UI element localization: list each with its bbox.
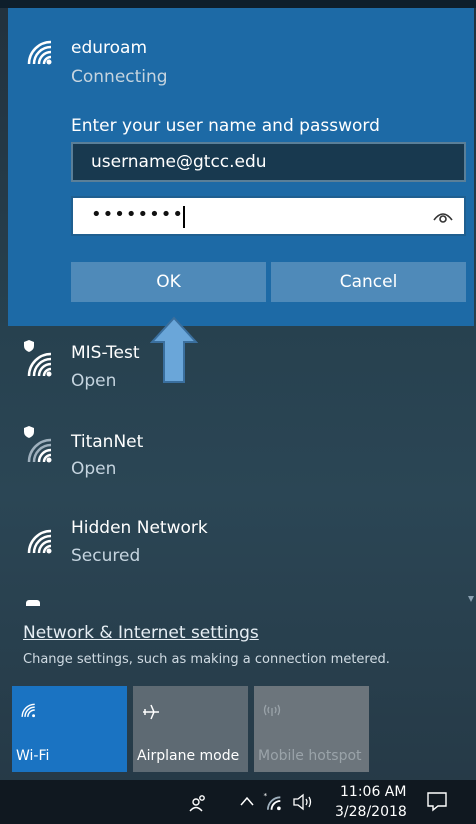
scrollbar[interactable]: [468, 330, 474, 610]
wifi-icon: [27, 352, 52, 377]
tile-airplane-mode[interactable]: Airplane mode: [133, 686, 248, 772]
wifi-icon: [21, 703, 35, 718]
tile-mobile-hotspot[interactable]: Mobile hotspot: [254, 686, 369, 772]
ok-button[interactable]: OK: [71, 262, 266, 302]
network-name: MIS-Test: [71, 343, 140, 363]
network-status: Open: [71, 459, 117, 479]
network-flyout: eduroam Connecting Enter your user name …: [0, 0, 476, 824]
network-status: Open: [71, 371, 117, 391]
clock-date[interactable]: 3/28/2018: [335, 804, 407, 820]
password-mask: ••••••••: [91, 204, 184, 225]
network-status: Secured: [71, 546, 141, 566]
text-caret: [183, 206, 185, 228]
top-strip: [0, 0, 476, 8]
volume-icon[interactable]: [292, 792, 314, 812]
username-field[interactable]: [71, 142, 466, 182]
cancel-button[interactable]: Cancel: [271, 262, 466, 302]
tile-label: Airplane mode: [137, 748, 240, 764]
network-settings-link[interactable]: Network & Internet settings: [23, 623, 259, 643]
reveal-password-icon[interactable]: [432, 208, 454, 224]
network-tray-icon[interactable]: *: [262, 790, 284, 812]
tile-label: Mobile hotspot: [258, 748, 362, 764]
network-name: TitanNet: [71, 432, 144, 452]
svg-text:*: *: [263, 791, 267, 800]
wifi-icon: [27, 529, 52, 554]
credentials-prompt: Enter your user name and password: [71, 116, 380, 136]
taskbar: * 11:06 AM 3/28/2018: [0, 780, 476, 824]
network-status: Connecting: [71, 67, 168, 87]
network-name: eduroam: [71, 38, 148, 58]
up-arrow-icon: [150, 316, 198, 383]
people-icon[interactable]: [188, 792, 208, 812]
network-name: Hidden Network: [71, 518, 208, 538]
password-field[interactable]: ••••••••: [71, 196, 466, 236]
tile-wifi[interactable]: Wi-Fi: [12, 686, 127, 772]
wifi-icon: [27, 40, 52, 65]
chevron-up-icon[interactable]: [240, 796, 254, 806]
clock-time[interactable]: 11:06 AM: [340, 784, 406, 800]
shield-icon: [24, 340, 34, 352]
partial-list-item-icon: [26, 600, 40, 606]
network-settings-description: Change settings, such as making a connec…: [23, 652, 390, 667]
hotspot-icon: [263, 704, 281, 716]
action-center-icon[interactable]: [426, 790, 448, 812]
tile-label: Wi-Fi: [16, 748, 50, 764]
selected-network-panel: eduroam Connecting Enter your user name …: [8, 8, 474, 326]
wifi-icon: [27, 438, 52, 463]
shield-icon: [24, 426, 34, 438]
airplane-icon: [143, 704, 159, 720]
